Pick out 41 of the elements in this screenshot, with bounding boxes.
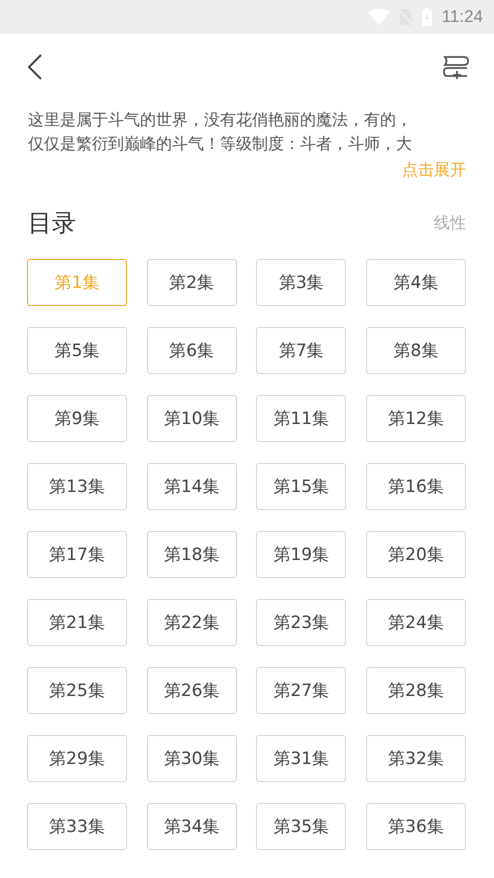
episode-button[interactable]: 第33集 xyxy=(27,803,127,850)
episode-button[interactable]: 第8集 xyxy=(366,327,466,374)
synopsis-text: 这里是属于斗气的世界，没有花俏艳丽的魔法，有的， 仅仅是繁衍到巅峰的斗气！等级制度：斗者，斗师，大 xyxy=(28,109,413,155)
episode-button[interactable]: 第26集 xyxy=(146,667,237,714)
episode-button[interactable]: 第29集 xyxy=(27,735,127,782)
episode-button[interactable]: 第15集 xyxy=(256,463,346,510)
episode-button[interactable]: 第25集 xyxy=(27,667,127,714)
episode-button[interactable]: 第20集 xyxy=(366,531,466,578)
episode-button[interactable]: 第23集 xyxy=(256,599,346,646)
episode-button[interactable]: 第10集 xyxy=(146,395,237,442)
episode-button[interactable]: 第12集 xyxy=(366,395,466,442)
status-time: 11:24 xyxy=(442,7,483,27)
battery-charging-icon xyxy=(422,8,432,26)
episode-button[interactable]: 第36集 xyxy=(366,803,466,850)
episode-button[interactable]: 第9集 xyxy=(27,395,127,442)
episode-button[interactable]: 第16集 xyxy=(366,463,466,510)
episode-button[interactable]: 第17集 xyxy=(27,531,127,578)
episode-button[interactable]: 第19集 xyxy=(256,531,346,578)
episode-button[interactable]: 第5集 xyxy=(27,327,127,374)
bookshelf-add-icon[interactable] xyxy=(443,54,469,80)
back-icon[interactable] xyxy=(28,54,42,80)
episode-button[interactable]: 第32集 xyxy=(366,735,466,782)
episode-button[interactable]: 第24集 xyxy=(366,599,466,646)
episode-button[interactable]: 第27集 xyxy=(256,667,346,714)
episode-button[interactable]: 第13集 xyxy=(27,463,127,510)
episode-button[interactable]: 第28集 xyxy=(366,667,466,714)
episode-button[interactable]: 第11集 xyxy=(256,395,346,442)
episode-button[interactable]: 第2集 xyxy=(146,259,237,306)
episode-button[interactable]: 第7集 xyxy=(256,327,346,374)
episode-button[interactable]: 第30集 xyxy=(146,735,237,782)
episode-button[interactable]: 第6集 xyxy=(146,327,237,374)
episode-button[interactable]: 第21集 xyxy=(27,599,127,646)
episode-button[interactable]: 第34集 xyxy=(146,803,237,850)
episode-button[interactable]: 第22集 xyxy=(146,599,237,646)
episode-button[interactable]: 第4集 xyxy=(366,259,466,306)
episode-button[interactable]: 第14集 xyxy=(146,463,237,510)
episode-button[interactable]: 第31集 xyxy=(256,735,346,782)
episode-button[interactable]: 第18集 xyxy=(146,531,237,578)
episode-button[interactable]: 第35集 xyxy=(256,803,346,850)
episode-button[interactable]: 第3集 xyxy=(256,259,346,306)
catalog-title: 目录 xyxy=(28,208,76,239)
